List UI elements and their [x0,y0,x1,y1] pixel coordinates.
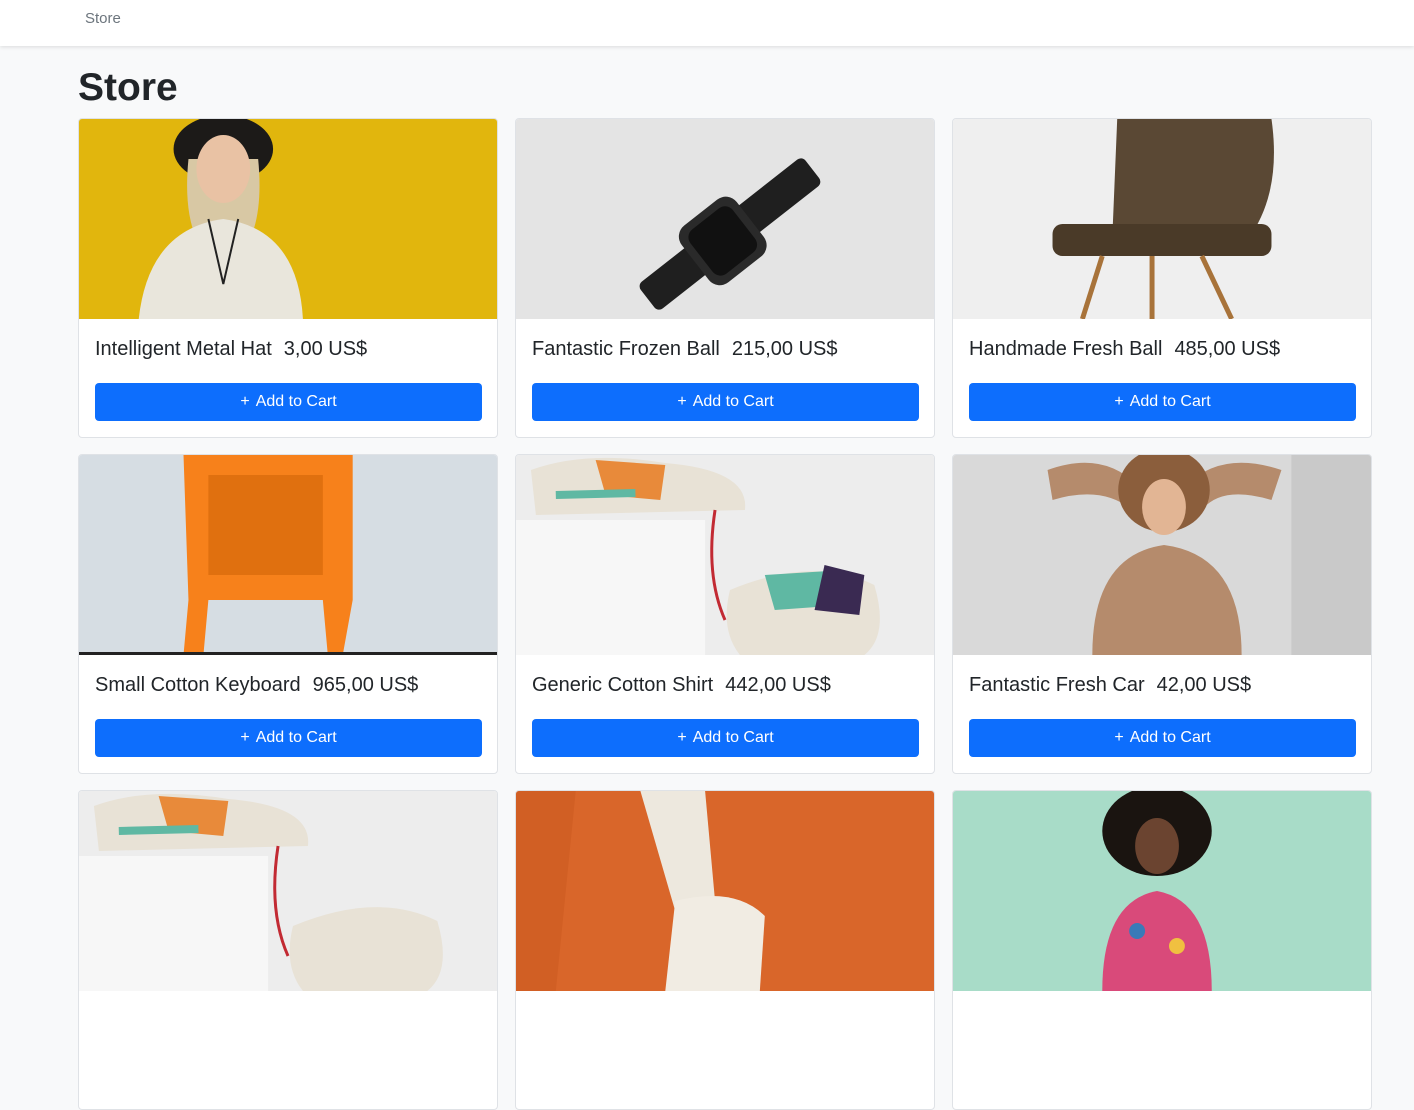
add-to-cart-label: Add to Cart [692,393,774,410]
product-card: Fantastic Fresh Car 42,00 US$ + Add to Car… [952,454,1372,774]
product-card: Fantastic Frozen Ball 215,00 US$ + Add to … [515,118,935,438]
product-name: Handmade Fresh Ball [969,338,1163,360]
add-to-cart-button[interactable]: + Add to Cart [532,719,919,757]
product-image-sneakers[interactable] [516,455,934,655]
product-name: Small Cotton Keyboard [95,674,301,696]
product-title: Handmade Fresh Ball 485,00 US$ [969,335,1280,363]
product-price: 442,00 US$ [725,674,831,696]
product-title: Generic Cotton Shirt 442,00 US$ [532,671,831,699]
product-price: 965,00 US$ [312,674,419,696]
plus-icon: + [240,729,250,746]
product-card: Handmade Fresh Ball 485,00 US$ + Add to Ca… [952,118,1372,438]
product-image-woman-yellow-wall[interactable] [79,119,497,319]
product-image-smart-watch[interactable] [516,119,934,319]
product-image-woman-sweater[interactable] [953,455,1371,655]
add-to-cart-label: Add to Cart [1129,729,1211,746]
plus-icon: + [1114,393,1124,410]
product-card [78,790,498,1110]
product-price: 42,00 US$ [1156,674,1252,696]
add-to-cart-label: Add to Cart [255,393,337,410]
product-price: 485,00 US$ [1174,338,1281,360]
product-name: Generic Cotton Shirt [532,674,714,696]
product-title: Fantastic Frozen Ball 215,00 US$ [532,335,838,363]
top-navbar: Store [0,0,1414,46]
add-to-cart-label: Add to Cart [692,729,774,746]
product-card: Small Cotton Keyboard 965,00 US$ + Add to … [78,454,498,774]
product-card: Intelligent Metal Hat 3,00 US$ + Add to Ca… [78,118,498,438]
product-name: Intelligent Metal Hat [95,338,272,360]
product-image-brown-chair[interactable] [953,119,1371,319]
add-to-cart-button[interactable]: + Add to Cart [969,383,1356,421]
product-image-white-shoe-orange[interactable] [516,791,934,991]
product-price: 3,00 US$ [283,338,368,360]
product-title: Intelligent Metal Hat 3,00 US$ [95,335,367,363]
product-name: Fantastic Frozen Ball [532,338,720,360]
product-title: Small Cotton Keyboard 965,00 US$ [95,671,418,699]
plus-icon: + [240,393,250,410]
product-title: Fantastic Fresh Car 42,00 US$ [969,671,1251,699]
add-to-cart-button[interactable]: + Add to Cart [969,719,1356,757]
plus-icon: + [1114,729,1124,746]
add-to-cart-label: Add to Cart [255,729,337,746]
page-title: Store [78,66,178,109]
product-name: Fantastic Fresh Car [969,674,1145,696]
product-image-orange-chair[interactable] [79,455,497,655]
product-image-woman-mint[interactable] [953,791,1371,991]
product-card [515,790,935,1110]
add-to-cart-button[interactable]: + Add to Cart [95,719,482,757]
product-image-sneakers[interactable] [79,791,497,991]
navbar-brand-link[interactable]: Store [85,9,121,29]
plus-icon: + [677,393,687,410]
add-to-cart-label: Add to Cart [1129,393,1211,410]
add-to-cart-button[interactable]: + Add to Cart [95,383,482,421]
product-card: Generic Cotton Shirt 442,00 US$ + Add to C… [515,454,935,774]
add-to-cart-button[interactable]: + Add to Cart [532,383,919,421]
plus-icon: + [677,729,687,746]
product-card [952,790,1372,1110]
product-price: 215,00 US$ [731,338,838,360]
